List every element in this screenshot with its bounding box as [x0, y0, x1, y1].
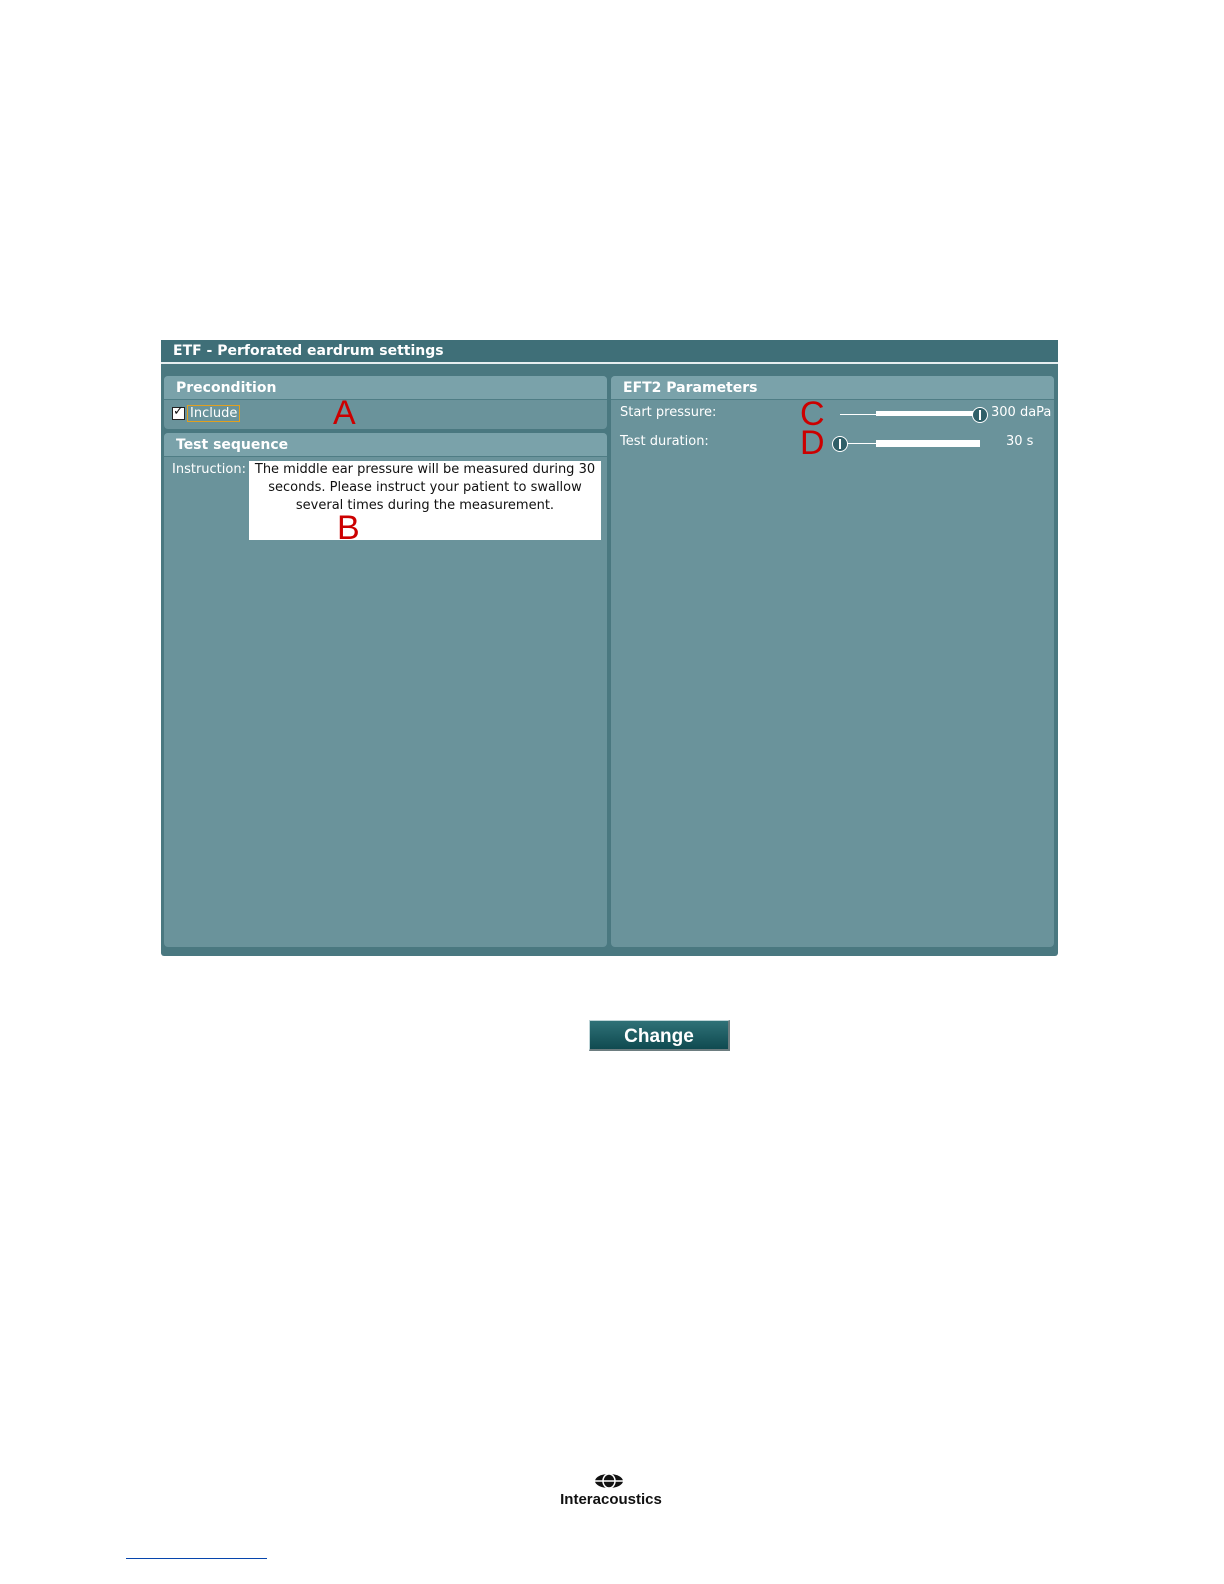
test-duration-value: 30 s: [1006, 434, 1034, 449]
test-duration-slider-knob[interactable]: [832, 436, 848, 452]
include-label[interactable]: Include: [187, 405, 241, 422]
instruction-field[interactable]: The middle ear pressure will be measured…: [249, 461, 601, 540]
start-pressure-slider[interactable]: [840, 406, 988, 424]
eft2-parameters-panel: EFT2 Parameters: [611, 376, 1054, 947]
interacoustics-logo: Interacoustics: [541, 1472, 681, 1508]
start-pressure-value: 300 daPa: [991, 405, 1052, 420]
marker-a: A: [333, 394, 356, 432]
test-duration-slider[interactable]: [832, 435, 980, 453]
test-duration-track-fill: [876, 440, 980, 447]
start-pressure-slider-knob[interactable]: [972, 407, 988, 423]
test-duration-label: Test duration:: [620, 434, 709, 449]
logo-text: Interacoustics: [560, 1491, 662, 1508]
instruction-label: Instruction:: [172, 462, 246, 477]
marker-b: B: [337, 509, 360, 547]
change-button[interactable]: Change: [589, 1020, 730, 1051]
interacoustics-logo-icon: [595, 1473, 623, 1489]
window-title: ETF - Perforated eardrum settings: [161, 340, 1058, 364]
checkmark-icon: ✓: [173, 404, 184, 419]
eft2-parameters-header: EFT2 Parameters: [611, 376, 1054, 400]
include-checkbox[interactable]: ✓: [172, 404, 185, 420]
footer-divider: [126, 1558, 267, 1559]
marker-d: D: [800, 424, 825, 462]
start-pressure-track-fill: [876, 411, 980, 416]
precondition-header: Precondition: [164, 376, 607, 400]
start-pressure-label: Start pressure:: [620, 405, 717, 420]
test-sequence-header: Test sequence: [164, 433, 607, 457]
